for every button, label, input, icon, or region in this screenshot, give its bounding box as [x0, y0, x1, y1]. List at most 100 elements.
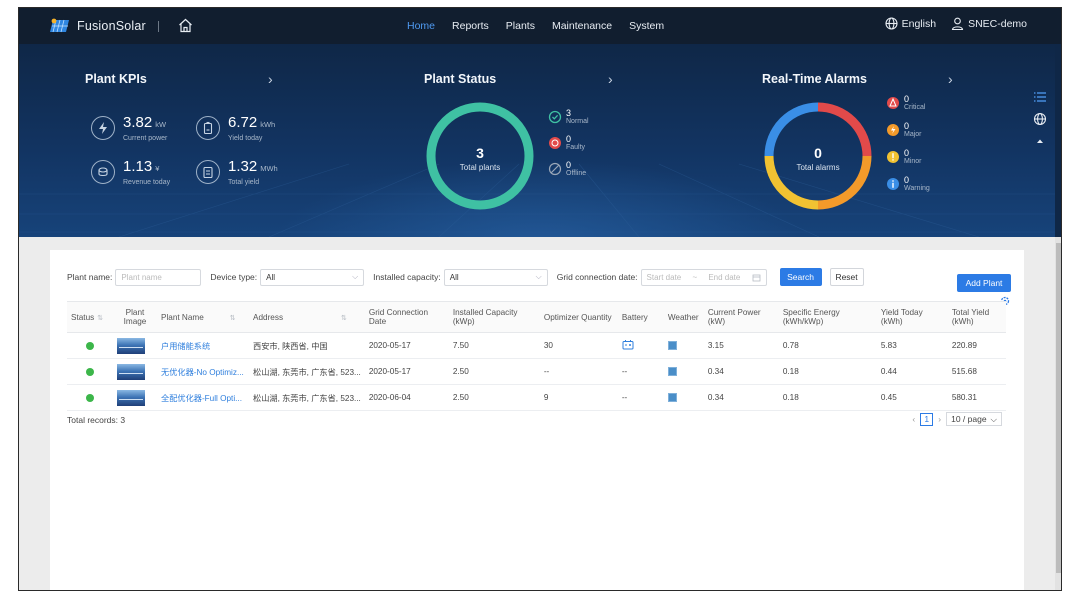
plant-thumbnail[interactable]	[117, 389, 145, 406]
status-normal-dot	[86, 393, 94, 402]
plant-name-input[interactable]: Plant name	[115, 268, 202, 286]
faulty-count: 0	[566, 134, 572, 144]
kpi-total-yield: 1.32 MWh Total yield	[196, 158, 278, 186]
map-view-icon[interactable]	[1033, 112, 1047, 126]
plant-name-link[interactable]: 户用储能系统	[157, 332, 249, 359]
reset-button[interactable]: Reset	[829, 268, 864, 286]
grid-date-cell: 2020-05-17	[364, 358, 449, 385]
scrollbar-thumb[interactable]	[1056, 243, 1061, 573]
current-power-cell: 0.34	[703, 384, 779, 411]
installed-capacity-select[interactable]: All ⌵	[443, 268, 548, 286]
total-plants-label: Total plants	[459, 163, 501, 172]
language-selector[interactable]: English	[884, 16, 936, 31]
grid-date-label: Grid connection date:	[556, 272, 638, 282]
total-yield-cell: 220.89	[947, 332, 1006, 359]
sort-icon[interactable]: ⇅	[97, 315, 103, 322]
capacity-cell: 2.50	[448, 384, 540, 411]
kpi-current-power: 3.82 kW Current power	[91, 114, 167, 142]
table-row[interactable]: 户用储能系统 西安市, 陕西省, 中国 2020-05-17 7.50 30 3…	[67, 332, 1006, 359]
next-page-icon[interactable]: ›	[938, 414, 941, 424]
col-capacity[interactable]: Installed Capacity (kWp)	[448, 301, 540, 333]
plant-kpis-chevron-icon[interactable]: ›	[268, 71, 273, 87]
total-alarms-label: Total alarms	[796, 163, 840, 172]
battery-icon[interactable]	[622, 339, 634, 350]
col-specific-energy[interactable]: Specific Energy (kWh/kWp)	[778, 301, 877, 333]
nav-reports[interactable]: Reports	[452, 20, 489, 32]
specific-energy-cell: 0.18	[778, 358, 877, 385]
nav-system[interactable]: System	[629, 20, 664, 32]
page-size-select[interactable]: 10 / page ⌵	[946, 412, 1002, 426]
plant-kpis-title[interactable]: Plant KPIs	[85, 72, 147, 86]
prev-page-icon[interactable]: ‹	[912, 414, 915, 424]
grid-date-cell: 2020-06-04	[364, 384, 449, 411]
page-number[interactable]: 1	[920, 412, 934, 426]
col-current-power[interactable]: Current Power (kW)	[703, 301, 779, 333]
sort-icon[interactable]: ⇅	[341, 315, 347, 322]
revenue-today-unit: ¥	[155, 164, 160, 173]
col-yield-today[interactable]: Yield Today (kWh)	[876, 301, 948, 333]
status-offline: 0 Offline	[548, 160, 586, 177]
table-row[interactable]: 全配优化器-Full Opti... 松山湖, 东莞市, 广东省, 523...…	[67, 384, 1006, 411]
meter-icon	[196, 160, 220, 184]
page-scrollbar[interactable]	[1055, 237, 1061, 590]
alarms-chevron-icon[interactable]: ›	[948, 71, 953, 87]
sort-icon[interactable]: ⇅	[230, 315, 236, 322]
hero-side-rail	[1055, 44, 1061, 237]
home-icon[interactable]	[177, 17, 194, 34]
plant-thumbnail[interactable]	[117, 337, 145, 354]
current-power-cell: 3.15	[703, 332, 779, 359]
fusionsolar-logo-icon	[50, 18, 69, 33]
list-view-icon[interactable]	[1033, 90, 1047, 104]
collapse-up-icon[interactable]	[1033, 134, 1047, 148]
plant-name-link[interactable]: 全配优化器-Full Opti...	[157, 384, 249, 411]
search-button[interactable]: Search	[779, 268, 822, 286]
battery-cell	[617, 332, 664, 359]
col-optimizer[interactable]: Optimizer Quantity	[539, 301, 618, 333]
user-icon	[951, 17, 964, 31]
start-date-input[interactable]: Start date	[647, 273, 682, 282]
alarm-warning: 0 Warning	[886, 175, 930, 192]
user-menu[interactable]: SNEC-demo	[950, 16, 1027, 31]
col-weather: Weather	[663, 301, 704, 333]
top-nav-bar: FusionSolar Home Reports Plants Maintena…	[19, 8, 1061, 44]
col-plant-image: Plant Image	[113, 301, 157, 333]
battery-cell: --	[617, 358, 664, 385]
kpi-yield-today: 6.72 kWh Yield today	[196, 114, 275, 142]
specific-energy-cell: 0.78	[778, 332, 877, 359]
nav-maintenance[interactable]: Maintenance	[552, 20, 612, 32]
plant-list-card: Plant name: Plant name Device type: All ⌵…	[50, 250, 1024, 590]
warning-count: 0	[904, 175, 910, 185]
end-date-input[interactable]: End date	[708, 273, 740, 282]
warning-label: Warning	[904, 185, 930, 192]
col-total-yield[interactable]: Total Yield (kWh)	[947, 301, 1006, 333]
current-power-unit: kW	[155, 120, 167, 129]
grid-date-range-picker[interactable]: Start date ~ End date	[640, 268, 767, 286]
plant-thumbnail[interactable]	[117, 363, 145, 380]
weather-icon	[667, 367, 677, 376]
col-status[interactable]: Status ⇅	[67, 301, 113, 333]
yield-today-cell: 0.45	[876, 384, 948, 411]
add-plant-button[interactable]: Add Plant	[957, 274, 1011, 292]
col-grid-date[interactable]: Grid Connection Date	[364, 301, 449, 333]
table-row[interactable]: 无优化器-No Optimiz... 松山湖, 东莞市, 广东省, 523...…	[67, 358, 1006, 385]
dashboard-hero: Plant KPIs › 3.82 kW Current power 6.72 kW…	[19, 44, 1055, 237]
col-plant-name[interactable]: Plant Name ⇅	[157, 301, 249, 333]
background-grid	[19, 163, 1055, 237]
installed-capacity-label: Installed capacity:	[373, 272, 441, 282]
alarm-major: 0 Major	[886, 121, 922, 138]
device-type-select[interactable]: All ⌵	[260, 268, 365, 286]
plant-name-link[interactable]: 无优化器-No Optimiz...	[157, 358, 249, 385]
nav-home[interactable]: Home	[407, 20, 435, 32]
alarms-title[interactable]: Real-Time Alarms	[762, 72, 867, 86]
nav-plants[interactable]: Plants	[506, 20, 535, 32]
plant-status-chevron-icon[interactable]: ›	[608, 71, 613, 87]
app-logo[interactable]: FusionSolar	[49, 18, 146, 34]
optimizer-cell: --	[539, 358, 618, 385]
plant-status-title[interactable]: Plant Status	[424, 72, 496, 86]
current-power-label: Current power	[123, 135, 168, 142]
globe-icon	[885, 17, 898, 30]
col-address[interactable]: Address ⇅	[249, 301, 365, 333]
coins-icon	[91, 160, 115, 184]
weather-cell	[663, 384, 704, 411]
yield-today-unit: kWh	[260, 120, 276, 129]
